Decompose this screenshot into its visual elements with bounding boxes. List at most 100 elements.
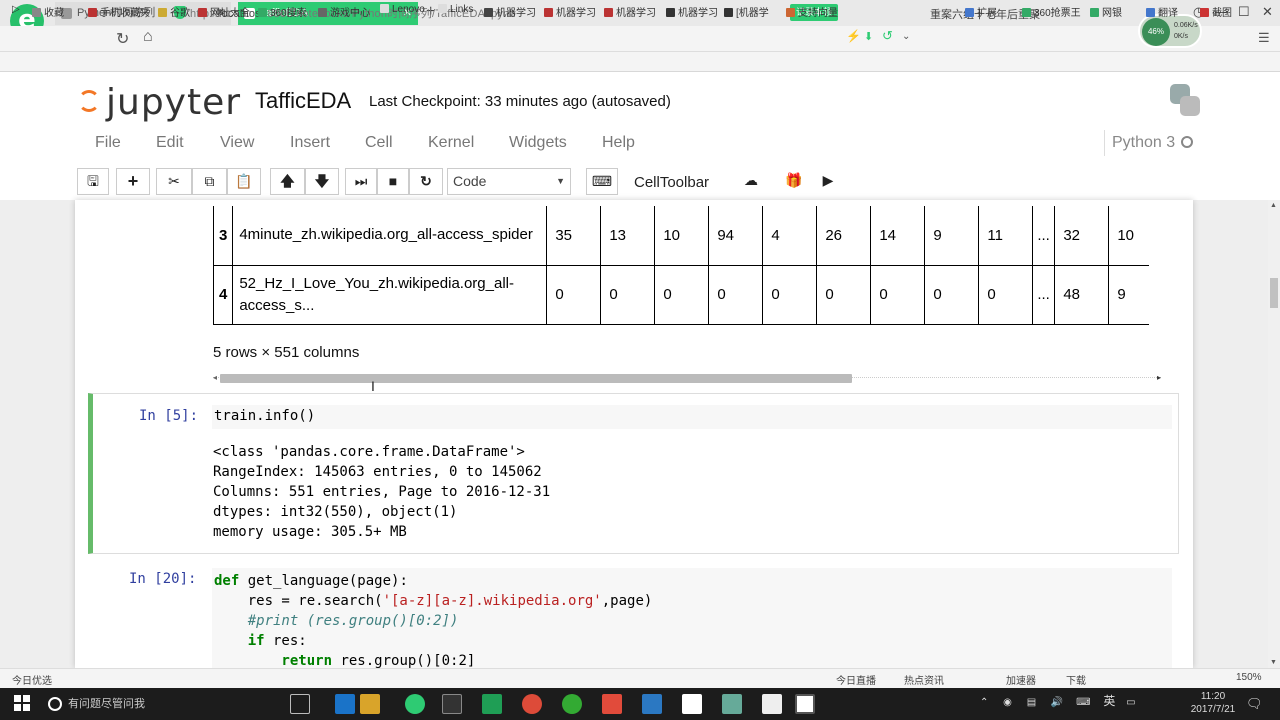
bookmark-item[interactable]: 360搜索 — [258, 4, 307, 19]
app-icon[interactable] — [762, 694, 782, 714]
bolt-icon[interactable]: ⚡ — [846, 29, 861, 43]
menu-kernel[interactable]: Kernel — [428, 134, 474, 152]
upload-button[interactable]: ☁ — [735, 168, 767, 195]
chevron-down-icon[interactable]: ⌄ — [902, 31, 910, 42]
notification-icon[interactable]: 🗨 — [1246, 696, 1263, 712]
app-icon[interactable] — [682, 694, 702, 714]
bookmark-item[interactable]: 收藏 — [32, 4, 64, 19]
status-left[interactable]: 今日优选 — [12, 672, 52, 687]
reload-icon[interactable]: ↻ — [116, 29, 129, 49]
task-view-icon[interactable] — [290, 694, 310, 714]
status-item[interactable]: 加速器 — [1006, 672, 1036, 687]
cortana-icon — [48, 697, 62, 711]
scroll-left-icon[interactable]: ◂ — [213, 373, 217, 382]
move-down-button[interactable]: 🡇 — [305, 168, 339, 195]
copy-button[interactable]: ⧉ — [192, 168, 227, 195]
scrollbar-thumb[interactable] — [1270, 278, 1278, 308]
volume-icon[interactable]: 🔊 — [1051, 697, 1063, 708]
app-icon[interactable] — [602, 694, 622, 714]
notebook-name[interactable]: TafficEDA — [255, 88, 351, 114]
menu-file[interactable]: File — [95, 134, 121, 152]
menu-edit[interactable]: Edit — [156, 134, 184, 152]
cut-button[interactable]: ✂ — [156, 168, 192, 195]
message-icon[interactable]: ▭ — [1126, 697, 1135, 708]
save-button[interactable]: 🖫 — [77, 168, 109, 195]
app-icon[interactable] — [795, 694, 815, 714]
python-logo-icon — [1168, 84, 1202, 118]
bookmark-item[interactable]: 手机收藏夹 — [88, 4, 150, 19]
scroll-down-icon[interactable]: ▼ — [1270, 659, 1277, 666]
bookmark-item[interactable]: 机器学习 — [544, 4, 596, 19]
menu-help[interactable]: Help — [602, 134, 635, 152]
app-icon[interactable] — [722, 694, 742, 714]
move-up-button[interactable]: 🡅 — [270, 168, 305, 195]
status-item[interactable]: 热点资讯 — [904, 672, 944, 687]
status-item[interactable]: 今日直播 — [836, 672, 876, 687]
status-item[interactable]: 下载 — [1066, 672, 1086, 687]
gift-button[interactable]: 🎁 — [779, 168, 809, 195]
bookmark-item[interactable]: 游戏中心 — [318, 4, 370, 19]
bookmark-item[interactable]: [机器学 — [724, 4, 769, 19]
bookmark-item[interactable]: 谷歌 — [158, 4, 190, 19]
app-icon[interactable] — [642, 694, 662, 714]
windows-start-icon[interactable] — [14, 695, 30, 711]
close-window-icon[interactable]: ✕ — [1262, 4, 1273, 20]
bookmark-item[interactable]: 网银 — [1090, 4, 1122, 19]
save-icon: 🖫 — [87, 173, 99, 189]
chrome-icon[interactable] — [522, 694, 542, 714]
network-icon[interactable]: ▤ — [1027, 697, 1036, 708]
bookmark-item[interactable]: 扩展 — [965, 4, 997, 19]
tray-up-icon[interactable]: ⌃ — [980, 697, 988, 708]
download-icon[interactable]: ⬇ — [864, 30, 873, 43]
bookmark-item[interactable]: Lenovo — [380, 4, 425, 15]
horizontal-scrollbar[interactable]: ◂ ▸ — [213, 373, 1161, 385]
scroll-up-icon[interactable]: ▲ — [1270, 202, 1277, 209]
run-button[interactable]: ⏭ — [345, 168, 377, 195]
menu-widgets[interactable]: Widgets — [509, 134, 567, 152]
input-language[interactable]: 英 — [1103, 694, 1115, 708]
paste-button[interactable]: 📋 — [227, 168, 261, 195]
bookmark-item[interactable]: Links — [438, 4, 473, 15]
browser-app-icon[interactable] — [405, 694, 425, 714]
bookmark-item[interactable]: 网址大全 — [198, 4, 250, 19]
menu-insert[interactable]: Insert — [290, 134, 330, 152]
interrupt-button[interactable]: ■ — [377, 168, 409, 195]
cortana-search[interactable]: 有问题尽管问我 — [48, 692, 288, 717]
insert-cell-button[interactable]: + — [116, 168, 150, 195]
cell-type-select[interactable]: Code ▼ — [447, 168, 571, 195]
zoom-level[interactable]: 150% — [1236, 672, 1262, 683]
code-input[interactable]: def get_language(page): res = re.search(… — [212, 568, 1172, 669]
menu-view[interactable]: View — [220, 134, 254, 152]
bookmark-item[interactable]: 支持向量 — [786, 4, 838, 19]
restart-button[interactable]: ↻ — [409, 168, 443, 195]
bookmark-item[interactable]: 截图 — [1200, 4, 1232, 19]
tray-app-icon[interactable]: ◉ — [1003, 697, 1012, 708]
file-explorer-icon[interactable] — [360, 694, 380, 714]
app-icon[interactable] — [482, 694, 502, 714]
command-palette-button[interactable]: ⌨ — [586, 168, 618, 195]
bookmark-item[interactable]: 翻译 — [1146, 4, 1178, 19]
sidebar-toggle-icon[interactable]: ▷ — [12, 4, 20, 15]
home-icon[interactable]: ⌂ — [143, 28, 153, 46]
menu-cell[interactable]: Cell — [365, 134, 393, 152]
maximize-icon[interactable]: ☐ — [1238, 4, 1250, 20]
edge-icon[interactable] — [335, 694, 355, 714]
bookmark-item[interactable]: 机器学习 — [484, 4, 536, 19]
code-input[interactable]: train.info() — [212, 405, 1172, 429]
network-speed-widget[interactable]: 46% 0.06K/s 0K/s — [1138, 14, 1202, 48]
store-icon[interactable] — [442, 694, 462, 714]
app-icon[interactable] — [562, 694, 582, 714]
bookmark-item[interactable]: 机器学习 — [666, 4, 718, 19]
video-button[interactable]: ▶ — [812, 168, 844, 195]
bookmark-item[interactable]: 机器学习 — [604, 4, 656, 19]
scrollbar-thumb[interactable] — [220, 374, 852, 383]
cell-toolbar-label[interactable]: CellToolbar — [634, 174, 709, 191]
output-line: Columns: 551 entries, Page to 2016-12-31 — [213, 484, 551, 500]
menu-icon[interactable]: ☰ — [1258, 30, 1270, 46]
system-clock[interactable]: 11:20 2017/7/21 — [1185, 690, 1241, 716]
scroll-right-icon[interactable]: ▸ — [1157, 373, 1161, 382]
vertical-scrollbar[interactable]: ▲ ▼ — [1268, 200, 1280, 668]
keyboard-icon[interactable]: ⌨ — [1076, 697, 1090, 708]
bookmark-item[interactable]: 360抢票王 — [1022, 4, 1081, 19]
undo-icon[interactable]: ↺ — [882, 28, 893, 44]
